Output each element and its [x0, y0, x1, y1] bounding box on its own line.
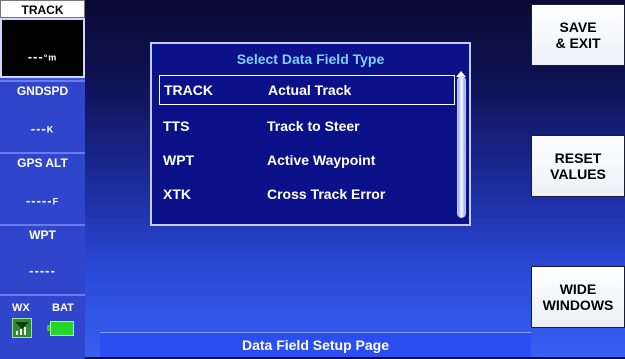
item-code: TTS — [163, 118, 190, 134]
value-text: ----- — [25, 193, 53, 208]
item-description: Cross Track Error — [267, 186, 386, 202]
item-code: XTK — [163, 186, 191, 202]
data-field-type-list: TRACK Actual Track TTS Track to Steer WP… — [152, 72, 455, 226]
value-text: --- — [30, 121, 47, 136]
status-panel: WX BAT — [0, 294, 85, 359]
wide-windows-button[interactable]: WIDE WINDOWS — [531, 266, 625, 328]
list-item-wpt[interactable]: WPT Active Waypoint — [159, 145, 455, 175]
select-data-field-dialog: Select Data Field Type TRACK Actual Trac… — [150, 42, 471, 226]
data-field-track[interactable]: TRACK ---°m — [0, 0, 85, 78]
unit-text: K — [46, 124, 55, 135]
battery-icon — [47, 321, 74, 336]
item-code: WPT — [163, 152, 195, 168]
unit-text: °m — [43, 52, 58, 63]
field-body-track: ---°m — [0, 18, 85, 78]
field-value-gndspd: ---K — [2, 121, 83, 136]
signal-strength-icon — [12, 318, 32, 338]
data-field-gndspd[interactable]: GNDSPD ---K — [0, 80, 85, 152]
field-label-track: TRACK — [0, 0, 85, 18]
item-description: Track to Steer — [267, 118, 360, 134]
bat-label: BAT — [52, 302, 74, 314]
field-label-gps-alt: GPS ALT — [17, 156, 68, 170]
reset-values-label: RESET VALUES — [550, 150, 606, 182]
value-text: --- — [27, 49, 44, 64]
field-value-wpt: ----- — [2, 263, 83, 278]
unit-text: F — [52, 196, 60, 207]
dialog-title: Select Data Field Type — [236, 51, 385, 67]
value-text: ----- — [29, 263, 56, 278]
list-item-tts[interactable]: TTS Track to Steer — [159, 111, 455, 141]
data-field-gps-alt[interactable]: GPS ALT -----F — [0, 152, 85, 224]
field-label-gndspd: GNDSPD — [16, 84, 69, 98]
page-title-footer: Data Field Setup Page — [100, 332, 531, 357]
list-item-xtk[interactable]: XTK Cross Track Error — [159, 179, 455, 209]
wide-windows-label: WIDE WINDOWS — [542, 281, 614, 313]
reset-values-button[interactable]: RESET VALUES — [531, 135, 625, 197]
field-value-gps-alt: -----F — [2, 193, 83, 208]
item-description: Active Waypoint — [267, 152, 376, 168]
field-value-track: ---°m — [4, 49, 81, 64]
item-description: Actual Track — [268, 82, 352, 98]
save-exit-button[interactable]: SAVE & EXIT — [531, 4, 625, 66]
save-exit-label: SAVE & EXIT — [555, 19, 601, 51]
item-code: TRACK — [164, 82, 213, 98]
list-item-track[interactable]: TRACK Actual Track — [159, 75, 455, 105]
wx-label: WX — [12, 302, 30, 314]
data-field-sidebar: TRACK ---°m GNDSPD ---K GPS ALT -----F W… — [0, 0, 85, 359]
list-scrollbar[interactable] — [457, 76, 466, 218]
field-label-wpt: WPT — [29, 228, 56, 242]
data-field-wpt[interactable]: WPT ----- — [0, 224, 85, 294]
